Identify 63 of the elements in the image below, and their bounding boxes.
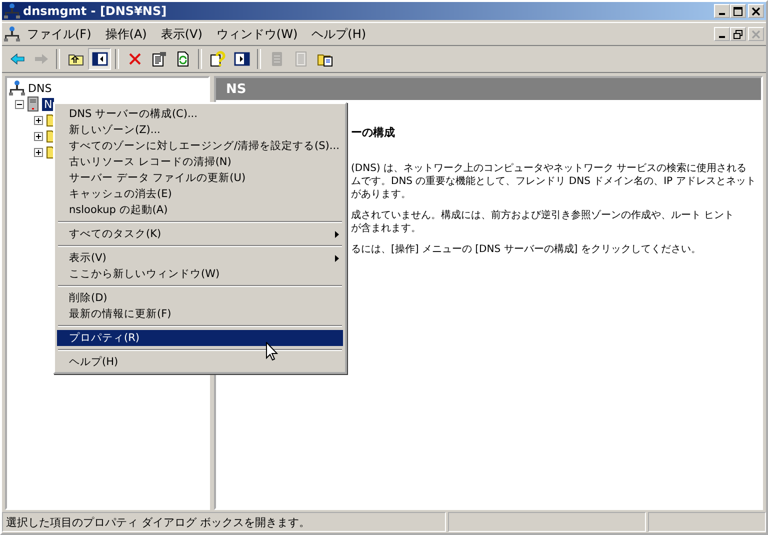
refresh-icon [174,51,190,67]
expand-icon[interactable] [34,148,43,156]
heading: ーの構成 [351,125,396,140]
list-icon [292,51,308,67]
app-icon [4,3,20,19]
description-text: が含まれます。 [351,222,422,235]
status-text: 選択した項目のプロパティ ダイアログ ボックスを開きます。 [2,512,446,532]
menu-item[interactable]: 表示(V) [57,250,344,266]
tree-item[interactable]: DNS [28,82,52,94]
description-text: ムです。DNS の重要な機能として、フレンドリ DNS ドメイン名の、IP アドレスとネット [351,175,757,188]
menu-item[interactable]: 表示(V) [154,24,210,44]
menu-item[interactable]: 最新の情報に更新(F) [57,306,344,322]
submenu-arrow-icon [335,230,340,238]
menu-item[interactable]: ここから新しいウィンドウ(W) [57,266,344,282]
close-button[interactable] [748,4,764,18]
back-arrow-icon [8,51,24,67]
panel-icon [92,51,108,67]
server-icon [27,96,39,112]
pane-header: NS [216,78,761,100]
menu-item[interactable]: ウィンドウ(W) [209,24,305,44]
description-text: 成されていません。構成には、前方および逆引き参照ゾーンの作成や、ルート ヒント [351,209,736,222]
minimize-button[interactable] [714,4,730,18]
cursor-icon [266,342,278,361]
menu-item[interactable]: ヘルプ(H) [57,354,344,370]
document-icon [150,51,166,67]
menu-item[interactable]: プロパティ(R) [57,330,344,346]
app-icon [4,26,20,42]
minimize-button[interactable] [714,27,730,41]
minimize-icon [719,36,725,38]
tree-item[interactable]: N [42,98,54,110]
maximize-button[interactable] [730,4,746,18]
restore-button[interactable] [730,27,746,41]
menu-item[interactable]: 操作(A) [98,24,154,44]
menu-item[interactable]: 削除(D) [57,290,344,306]
minimize-icon [719,12,725,14]
menu-item[interactable]: nslookup の起動(A) [57,202,344,218]
close-icon [751,30,761,38]
menu-item[interactable]: DNS サーバーの構成(C)... [57,106,344,122]
help-icon [210,51,226,67]
menu-item[interactable]: すべてのタスク(K) [57,226,344,242]
delete-icon [126,51,142,67]
window-title: dnsmgmt - [DNS¥NS] [23,4,168,18]
maximize-icon [733,6,743,16]
close-icon [751,6,761,16]
restore-icon [733,30,743,38]
menu-item[interactable]: 古いリソース レコードの清掃(N) [57,154,344,170]
forward-arrow-icon [32,51,48,67]
network-icon [9,80,25,96]
menu-item[interactable]: ヘルプ(H) [304,24,374,44]
menu-item[interactable]: キャッシュの消去(E) [57,186,344,202]
menu-item[interactable]: すべてのゾーンに対しエージング/清掃を設定する(S)... [57,138,344,154]
description-text: るには、[操作] メニューの [DNS サーバーの構成] をクリックしてください。 [351,243,702,256]
description-text: があります。 [351,188,412,201]
expand-icon[interactable] [34,132,43,140]
submenu-arrow-icon [335,254,340,262]
panel-icon [234,51,250,67]
expand-icon[interactable] [34,116,43,124]
menu-item[interactable]: サーバー データ ファイルの更新(U) [57,170,344,186]
menu-item[interactable]: 新しいゾーン(Z)... [57,122,344,138]
description-text: (DNS) は、ネットワーク上のコンピュータやネットワーク サービスの検索に使用される [351,162,748,175]
menu-item[interactable]: ファイル(F) [20,24,98,44]
collapse-icon[interactable] [15,100,24,108]
panel-button[interactable] [88,48,111,70]
